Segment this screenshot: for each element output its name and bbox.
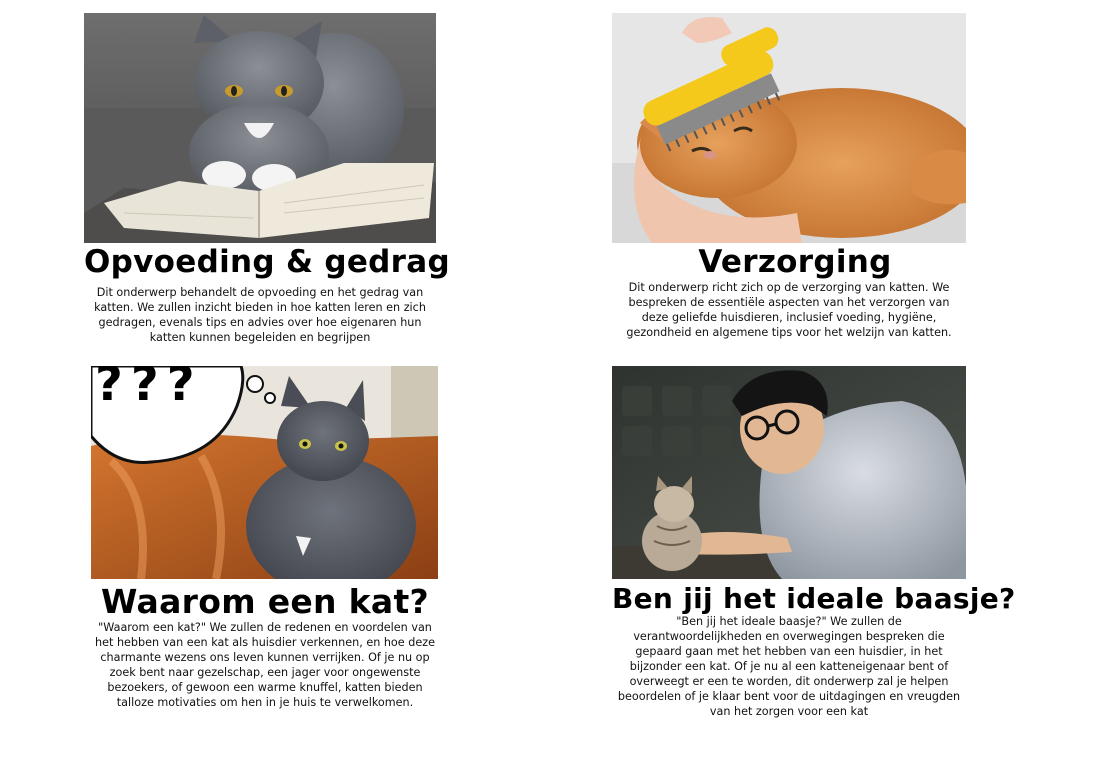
cat-grooming-brush-image	[612, 13, 966, 243]
card-title: Ben jij het ideale baasje?	[612, 582, 1016, 615]
card-description: Dit onderwerp richt zich op de verzorgin…	[626, 281, 952, 339]
cat-thought-bubble-image: ???	[91, 366, 438, 579]
card-description: "Waarom een kat?" We zullen de redenen e…	[95, 621, 435, 709]
question-marks: ???	[95, 366, 203, 412]
card-title: Opvoeding & gedrag	[84, 244, 450, 280]
cat-reading-book-image	[84, 13, 436, 243]
card-title: Verzorging	[698, 244, 892, 280]
card-description: Dit onderwerp behandelt de opvoeding en …	[94, 286, 426, 344]
card-description: "Ben jij het ideale baasje?" We zullen d…	[617, 615, 961, 718]
card-title: Waarom een kat?	[101, 582, 429, 621]
man-with-kitten-image	[612, 366, 966, 579]
